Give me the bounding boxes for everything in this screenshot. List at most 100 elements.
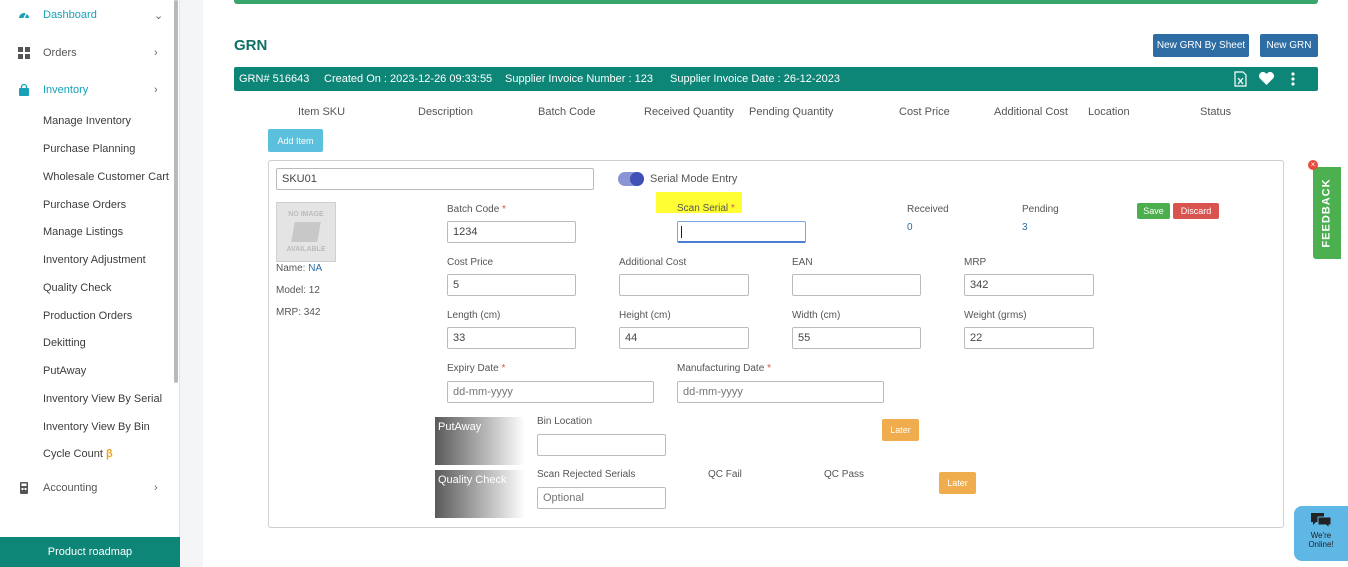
close-icon[interactable]: × [1308,160,1318,170]
discard-button[interactable]: Discard [1173,203,1219,219]
sidebar-item-label: Accounting [43,482,98,494]
excel-export-icon[interactable] [1234,71,1247,87]
supplier-invoice-number: Supplier Invoice Number : 123 [505,73,653,85]
sidebar-item-inventory[interactable]: Inventory › [0,78,174,102]
dashboard-icon [19,13,29,19]
sidebar-item-label: Inventory [43,84,89,96]
feedback-label: FEEDBACK [1321,178,1333,248]
batch-code-input[interactable] [447,221,576,243]
sidebar-item-orders[interactable]: Orders › [0,41,174,65]
width-input[interactable] [792,327,921,349]
save-button[interactable]: Save [1137,203,1170,219]
sidebar-subitem-manage-inventory[interactable]: Manage Inventory [43,115,131,127]
sidebar-item-accounting[interactable]: Accounting › [0,476,174,500]
chat-status-line2: Online! [1308,540,1334,549]
chevron-right-icon: › [154,47,158,59]
new-grn-button[interactable]: New GRN [1260,34,1318,57]
scan-rejected-serials-input[interactable] [537,487,666,509]
mfg-label-text: Manufacturing Date [677,363,765,374]
chat-widget[interactable]: We're Online! [1294,506,1348,561]
pending-value: 3 [1022,222,1028,233]
chat-status-line1: We're [1310,531,1332,540]
qc-fail-label: QC Fail [708,469,742,480]
putaway-later-button[interactable]: Later [882,419,919,441]
feedback-tab[interactable]: FEEDBACK [1313,167,1341,259]
toggle-knob [630,172,644,186]
more-options-icon[interactable] [1291,72,1295,86]
required-marker: * [730,203,735,214]
no-image-text: NO IMAGE [288,211,324,218]
scan-serial-label-text: Scan Serial [677,203,729,214]
sidebar-subitem-inventory-view-by-bin[interactable]: Inventory View By Bin [43,421,150,433]
sidebar-subitem-purchase-orders[interactable]: Purchase Orders [43,199,126,211]
height-input[interactable] [619,327,749,349]
new-grn-by-sheet-button[interactable]: New GRN By Sheet [1153,34,1249,57]
product-mrp: MRP: 342 [276,307,321,318]
required-marker: * [501,363,506,374]
grn-item-card [268,160,1284,528]
calculator-icon [20,482,28,494]
mrp-input[interactable] [964,274,1094,296]
sidebar-subitem-putaway[interactable]: PutAway [43,365,86,377]
weight-input[interactable] [964,327,1094,349]
expiry-date-input[interactable] [447,381,654,403]
qc-later-button[interactable]: Later [939,472,976,494]
qc-pass-label: QC Pass [824,469,865,480]
sidebar-item-dashboard[interactable]: Dashboard ⌄ [0,3,174,27]
sidebar-subitem-purchase-planning[interactable]: Purchase Planning [43,143,135,155]
additional-cost-label: Additional Cost [619,257,687,268]
received-label: Received [907,204,949,215]
length-label: Length (cm) [447,310,501,321]
column-header-status: Status [1200,106,1232,118]
cost-price-input[interactable] [447,274,576,296]
sidebar-subitem-quality-check[interactable]: Quality Check [43,282,111,294]
additional-cost-input[interactable] [619,274,749,296]
sidebar-scrollbar[interactable] [174,0,178,383]
product-roadmap-button[interactable]: Product roadmap [0,537,180,567]
sidebar-subitem-dekitting[interactable]: Dekitting [43,337,86,349]
product-image-placeholder: NO IMAGE AVAILABLE [276,202,336,262]
scan-serial-input[interactable] [677,221,806,243]
sku-input[interactable] [276,168,594,190]
manufacturing-date-label: Manufacturing Date * [677,363,771,374]
sidebar-item-label: Orders [43,47,77,59]
batch-code-label-text: Batch Code [447,204,500,215]
chat-bubble-icon [1311,513,1332,530]
page-title: GRN [234,37,268,54]
column-header-cost-price: Cost Price [899,106,950,118]
chevron-right-icon: › [154,84,158,96]
sidebar-subitem-production-orders[interactable]: Production Orders [43,310,132,322]
quality-check-section-label: Quality Check [435,470,525,518]
bin-location-input[interactable] [537,434,666,456]
chevron-down-icon: ⌄ [154,9,164,22]
height-label: Height (cm) [619,310,671,321]
sidebar-item-label: Cycle Count [43,448,103,460]
batch-code-label: Batch Code * [447,204,506,215]
add-item-button[interactable]: Add Item [268,129,323,152]
heart-icon[interactable] [1258,72,1275,86]
sidebar-item-label: Dashboard [43,9,97,21]
sidebar-subitem-inventory-view-by-serial[interactable]: Inventory View By Serial [43,393,162,405]
manufacturing-date-input[interactable] [677,381,884,403]
available-text: AVAILABLE [286,246,326,253]
scan-serial-label: Scan Serial * [677,203,735,214]
ean-input[interactable] [792,274,921,296]
sidebar-subitem-inventory-adjustment[interactable]: Inventory Adjustment [43,254,146,266]
weight-label: Weight (grms) [964,310,1027,321]
shopping-bag-icon [19,84,29,96]
length-input[interactable] [447,327,576,349]
pending-label: Pending [1022,204,1059,215]
grn-header-bar: GRN# 516643 Created On : 2023-12-26 09:3… [234,67,1318,91]
width-label: Width (cm) [792,310,841,321]
sidebar-subitem-wholesale-customer-cart[interactable]: Wholesale Customer Cart [43,171,169,183]
chevron-right-icon: › [154,482,158,494]
column-header-description: Description [418,106,474,118]
sidebar-subitem-cycle-count[interactable]: Cycle Count β [43,448,113,460]
sidebar-subitem-manage-listings[interactable]: Manage Listings [43,226,123,238]
cost-price-label: Cost Price [447,257,494,268]
grn-created-on: Created On : 2023-12-26 09:33:55 [324,73,493,85]
name-value: NA [308,263,323,274]
ean-label: EAN [792,257,813,268]
top-accent-bar [234,0,1318,4]
serial-mode-toggle[interactable] [618,172,644,186]
